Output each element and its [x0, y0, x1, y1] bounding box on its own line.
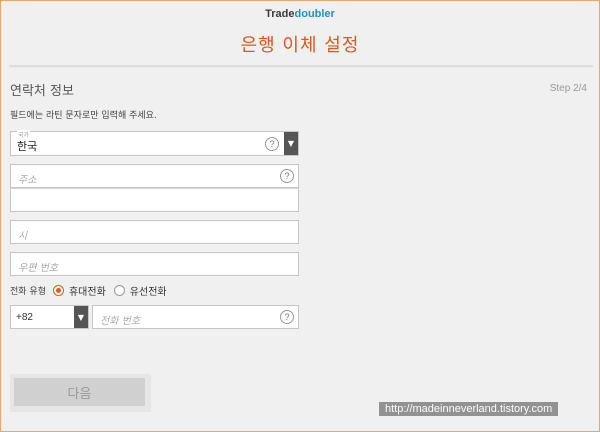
logo-text-doubler: doubler — [294, 8, 335, 20]
city-placeholder: 시 — [18, 231, 28, 242]
city-input[interactable]: 시 — [10, 220, 299, 244]
dial-code-select[interactable]: +82 ▼ — [10, 305, 89, 329]
phone-type-label: 전화 유형 — [10, 287, 46, 297]
chevron-down-icon[interactable]: ▼ — [74, 306, 88, 328]
logo-text-trade: Trade — [265, 8, 295, 20]
phone-type-mobile-label: 휴대전화 — [68, 287, 106, 298]
radio-selected-icon[interactable] — [52, 285, 64, 296]
tradedoubler-logo: Tradedoubler — [1, 8, 599, 20]
header-divider — [9, 65, 593, 68]
country-select[interactable]: 국가 한국 ? ▼ — [10, 130, 299, 156]
phone-number-input[interactable]: 전화 번호 ? — [92, 305, 299, 329]
phone-type-mobile-option[interactable]: 휴대전화 — [52, 283, 106, 298]
page-frame: Tradedoubler 은행 이체 설정 연락처 정보 Step 2/4 필드… — [0, 0, 600, 432]
section-title: 연락처 정보 — [10, 84, 74, 99]
dial-code-value: +82 — [16, 312, 33, 323]
help-icon[interactable]: ? — [280, 169, 294, 183]
phone-type-landline-option[interactable]: 유선전화 — [113, 283, 167, 298]
phone-type-landline-label: 유선전화 — [129, 287, 167, 298]
postal-code-placeholder: 우편 번호 — [18, 263, 58, 274]
country-value: 한국 — [17, 140, 38, 153]
next-button[interactable]: 다음 — [14, 378, 145, 406]
address-line1-input[interactable]: 주소 ? — [10, 164, 299, 188]
latin-only-hint: 필드에는 라틴 문자로만 입력해 주세요. — [10, 111, 157, 121]
help-icon[interactable]: ? — [280, 310, 294, 324]
address-placeholder: 주소 — [18, 175, 37, 186]
next-button-container: 다음 — [10, 374, 151, 412]
chevron-down-icon[interactable]: ▼ — [284, 132, 298, 155]
phone-type-group: 전화 유형 휴대전화 유선전화 — [10, 283, 175, 298]
help-icon[interactable]: ? — [265, 137, 279, 151]
page-title: 은행 이체 설정 — [240, 35, 360, 56]
postal-code-input[interactable]: 우편 번호 — [10, 252, 299, 276]
phone-number-placeholder: 전화 번호 — [100, 316, 140, 327]
blog-watermark: http://madeinneverland.tistory.com — [379, 402, 559, 416]
address-line2-input[interactable] — [10, 188, 299, 212]
step-indicator: Step 2/4 — [549, 83, 587, 94]
radio-unselected-icon[interactable] — [113, 285, 125, 296]
